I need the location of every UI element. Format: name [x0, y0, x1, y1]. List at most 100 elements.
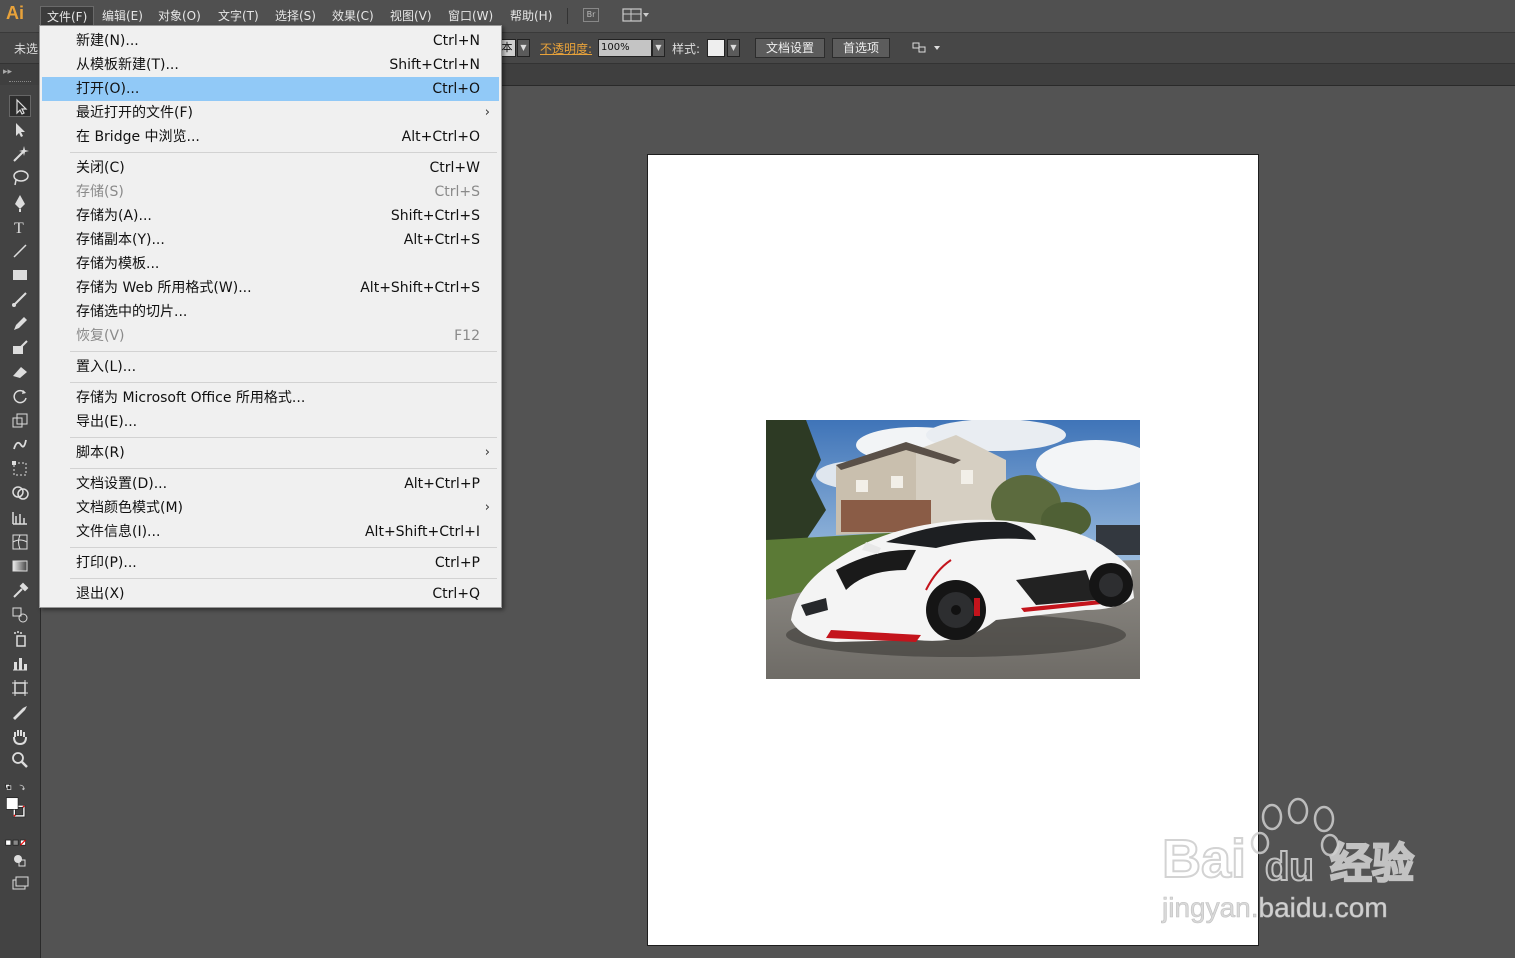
menu-item-save-as-template[interactable]: 存储为模板... [42, 252, 499, 276]
zoom-tool[interactable] [9, 749, 31, 771]
graphic-style-swatch[interactable] [707, 39, 725, 57]
scale-icon [12, 413, 28, 428]
draw-mode-button[interactable] [9, 850, 31, 872]
menu-item-recent-files[interactable]: 最近打开的文件(F) › [42, 101, 499, 125]
graph-tool[interactable] [9, 507, 31, 529]
type-tool[interactable]: T [9, 216, 31, 238]
magic-wand-tool[interactable] [9, 143, 31, 165]
watermark-product: 经验 [1330, 839, 1414, 888]
menu-item-exit[interactable]: 退出(X) Ctrl+Q [42, 582, 499, 606]
chevron-down-icon[interactable]: ▼ [517, 39, 530, 57]
file-menu-dropdown: 新建(N)... Ctrl+N 从模板新建(T)... Shift+Ctrl+N… [39, 25, 502, 608]
menu-item-close[interactable]: 关闭(C) Ctrl+W [42, 156, 499, 180]
menu-item-document-color-mode[interactable]: 文档颜色模式(M) › [42, 496, 499, 520]
symbol-sprayer-tool[interactable] [9, 628, 31, 650]
menu-item-new[interactable]: 新建(N)... Ctrl+N [42, 29, 499, 53]
column-graph-tool[interactable] [9, 652, 31, 674]
menu-item-label: 打开(O)... [76, 81, 140, 97]
car-photo[interactable] [766, 420, 1140, 679]
swap-colors-icon [5, 783, 25, 791]
menu-help[interactable]: 帮助(H) [504, 6, 558, 26]
chevron-down-icon[interactable]: ▼ [727, 39, 740, 57]
pencil-icon [14, 317, 27, 330]
arrange-documents-button[interactable] [622, 8, 650, 23]
pencil-tool[interactable] [9, 313, 31, 335]
eyedropper-tool[interactable] [9, 580, 31, 602]
menu-item-label: 存储为 Web 所用格式(W)... [76, 280, 252, 296]
menu-item-save-for-web[interactable]: 存储为 Web 所用格式(W)... Alt+Shift+Ctrl+S [42, 276, 499, 300]
menu-window[interactable]: 窗口(W) [442, 6, 499, 26]
menu-effect[interactable]: 效果(C) [326, 6, 380, 26]
menu-item-open[interactable]: 打开(O)... Ctrl+O [42, 77, 499, 101]
menu-separator [70, 578, 497, 579]
menu-item-new-from-template[interactable]: 从模板新建(T)... Shift+Ctrl+N [42, 53, 499, 77]
menu-select[interactable]: 选择(S) [269, 6, 322, 26]
menu-file[interactable]: 文件(F) [40, 6, 95, 26]
free-transform-tool[interactable] [9, 458, 31, 480]
menu-edit[interactable]: 编辑(E) [96, 6, 149, 26]
blend-tool[interactable] [9, 604, 31, 626]
layout-grid-icon [622, 8, 649, 22]
selection-tool[interactable] [9, 95, 31, 117]
default-colors-swap[interactable] [5, 777, 35, 791]
line-segment-tool[interactable] [9, 240, 31, 262]
menu-item-shortcut: Alt+Ctrl+S [403, 232, 480, 248]
menu-item-file-info[interactable]: 文件信息(I)... Alt+Shift+Ctrl+I [42, 520, 499, 544]
align-menu-button[interactable] [912, 41, 942, 55]
arrow-icon [16, 98, 28, 115]
menu-item-save-as[interactable]: 存储为(A)... Shift+Ctrl+S [42, 204, 499, 228]
toolbar-grip[interactable] [9, 81, 31, 85]
warp-tool[interactable] [9, 434, 31, 456]
hand-tool[interactable] [9, 725, 31, 747]
menu-item-label: 存储为 Microsoft Office 所用格式... [76, 390, 306, 406]
menu-separator [70, 468, 497, 469]
blend-icon [12, 607, 28, 623]
mesh-tool[interactable] [9, 531, 31, 553]
menu-item-shortcut: Alt+Ctrl+O [401, 129, 480, 145]
preferences-button[interactable]: 首选项 [832, 38, 891, 58]
menu-item-shortcut: Ctrl+S [434, 184, 480, 200]
shape-builder-tool[interactable] [9, 482, 31, 504]
menu-item-save[interactable]: 存储(S) Ctrl+S [42, 180, 499, 204]
menu-item-save-selected-slices[interactable]: 存储选中的切片... [42, 300, 499, 324]
screen-mode-button[interactable] [9, 873, 31, 895]
menu-item-revert[interactable]: 恢复(V) F12 [42, 324, 499, 348]
rectangle-tool[interactable] [9, 264, 31, 286]
menu-item-document-setup[interactable]: 文档设置(D)... Alt+Ctrl+P [42, 472, 499, 496]
eraser-tool[interactable] [9, 361, 31, 383]
rotate-icon [13, 389, 27, 404]
direct-selection-tool[interactable] [9, 119, 31, 141]
chevron-down-icon[interactable]: ▼ [652, 39, 665, 57]
menu-object[interactable]: 对象(O) [152, 6, 207, 26]
menu-item-label: 在 Bridge 中浏览... [76, 129, 200, 145]
menu-item-label: 存储(S) [76, 184, 124, 200]
artboard-tool[interactable] [9, 677, 31, 699]
warp-icon [13, 439, 27, 450]
gradient-tool[interactable] [9, 555, 31, 577]
opacity-input[interactable]: 100% [598, 39, 652, 57]
slice-tool[interactable] [9, 701, 31, 723]
menu-item-print[interactable]: 打印(P)... Ctrl+P [42, 551, 499, 575]
menu-view[interactable]: 视图(V) [384, 6, 438, 26]
pen-tool[interactable] [9, 192, 31, 214]
menu-item-save-copy[interactable]: 存储副本(Y)... Alt+Ctrl+S [42, 228, 499, 252]
rotate-tool[interactable] [9, 385, 31, 407]
lasso-tool[interactable] [9, 167, 31, 189]
menu-item-scripts[interactable]: 脚本(R) › [42, 441, 499, 465]
color-mode-buttons[interactable] [5, 832, 35, 846]
menu-item-export[interactable]: 导出(E)... [42, 410, 499, 434]
bridge-button[interactable]: Br [583, 8, 599, 22]
svg-text:T: T [14, 220, 24, 237]
blob-brush-tool[interactable] [9, 337, 31, 359]
opacity-label[interactable]: 不透明度: [540, 40, 592, 57]
menu-type[interactable]: 文字(T) [212, 6, 265, 26]
scale-tool[interactable] [9, 410, 31, 432]
menu-item-shortcut: Alt+Ctrl+P [404, 476, 480, 492]
fill-stroke-swatches[interactable] [5, 797, 35, 829]
menu-item-save-ms-office[interactable]: 存储为 Microsoft Office 所用格式... [42, 386, 499, 410]
paintbrush-tool[interactable] [9, 288, 31, 310]
menu-item-place[interactable]: 置入(L)... [42, 355, 499, 379]
menu-item-browse-bridge[interactable]: 在 Bridge 中浏览... Alt+Ctrl+O [42, 125, 499, 149]
document-setup-button[interactable]: 文档设置 [755, 38, 826, 58]
collapse-panel-icon[interactable]: ▸▸ [3, 67, 12, 77]
